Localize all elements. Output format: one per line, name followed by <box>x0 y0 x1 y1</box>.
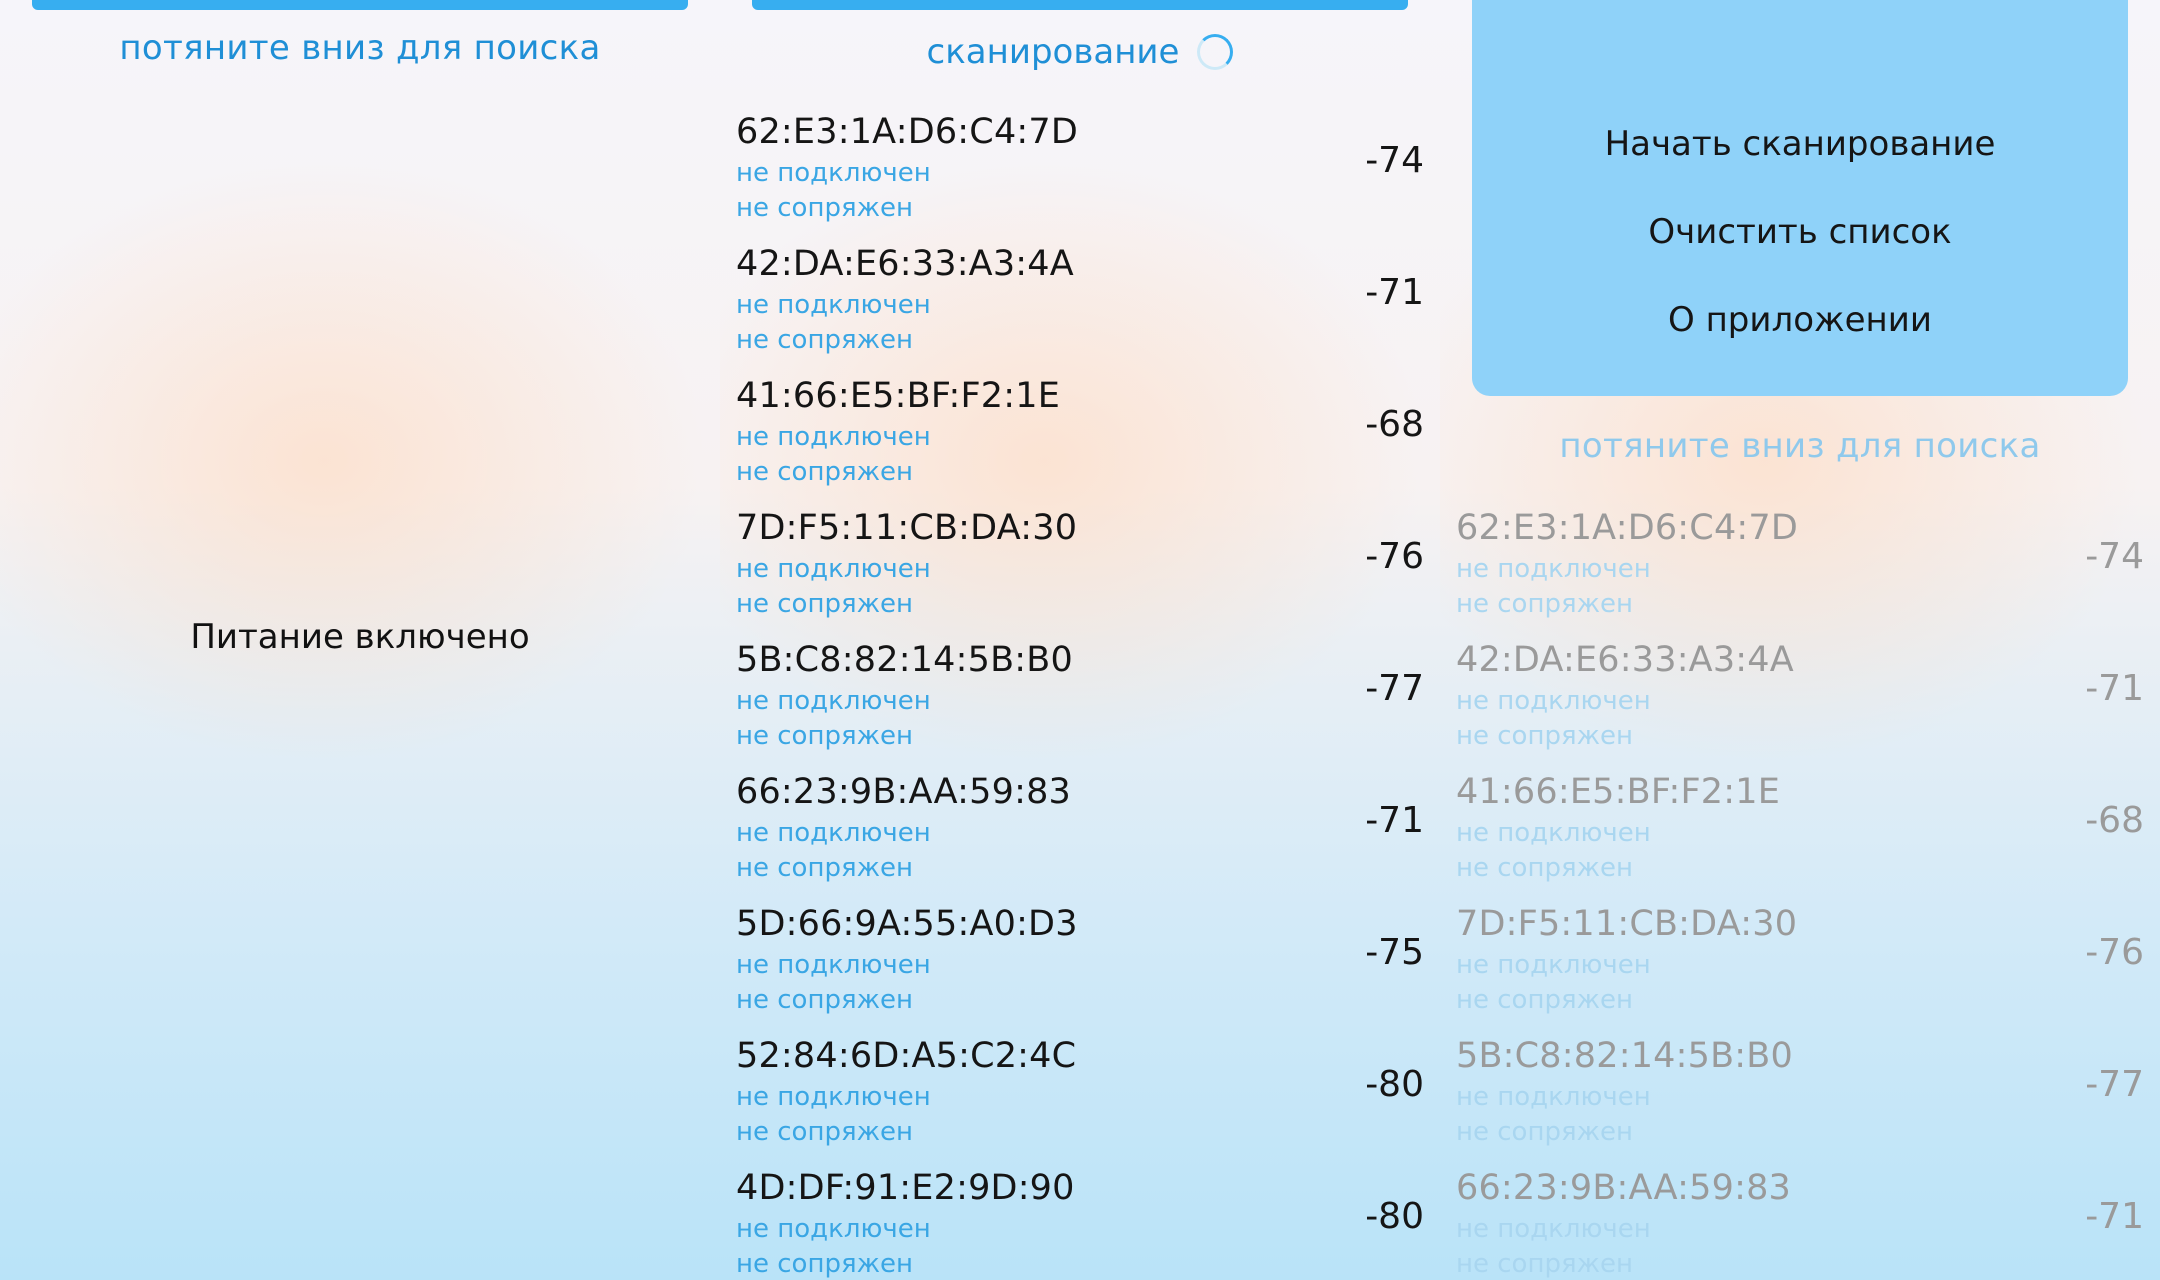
device-list-item[interactable]: 41:66:E5:BF:F2:1E не подключен не сопряжен… <box>1456 762 2144 894</box>
connection-status: не подключен <box>1456 950 1651 980</box>
pairing-status: не сопряжен <box>736 457 914 487</box>
device-list-item[interactable]: 7D:F5:11:CB:DA:30 не подключен не сопряжен… <box>1456 894 2144 1026</box>
device-mac-address: 42:DA:E6:33:A3:4A <box>1456 640 1794 680</box>
pull-to-scan-hint: потяните вниз для поиска <box>1559 426 2041 466</box>
device-list-item[interactable]: 7D:F5:11:CB:DA:30 не подключен не сопряжен… <box>736 498 1424 630</box>
device-mac-address: 7D:F5:11:CB:DA:30 <box>736 508 1078 548</box>
device-list-item[interactable]: 62:E3:1A:D6:C4:7D не подключен не сопряжен… <box>1456 498 2144 630</box>
signal-strength: -76 <box>2085 932 2144 973</box>
pairing-status: не сопряжен <box>1456 1249 1634 1279</box>
device-mac-address: 66:23:9B:AA:59:83 <box>736 772 1072 812</box>
signal-strength: -68 <box>1365 404 1424 445</box>
signal-strength: -80 <box>1365 1064 1424 1105</box>
device-list-item[interactable]: 42:DA:E6:33:A3:4A не подключен не сопряжен… <box>736 234 1424 366</box>
pairing-status: не сопряжен <box>736 193 914 223</box>
signal-strength: -74 <box>1365 140 1424 181</box>
device-list-item[interactable]: 42:DA:E6:33:A3:4A не подключен не сопряжен… <box>1456 630 2144 762</box>
signal-strength: -71 <box>1365 272 1424 313</box>
device-list-item[interactable]: 5B:C8:82:14:5B:B0 не подключен не сопряжен… <box>1456 1026 2144 1158</box>
connection-status: не подключен <box>736 290 931 320</box>
connection-status: не подключен <box>736 1214 931 1244</box>
device-mac-address: 5B:C8:82:14:5B:B0 <box>736 640 1073 680</box>
signal-strength: -75 <box>1365 932 1424 973</box>
connection-status: не подключен <box>736 818 931 848</box>
pull-to-scan-hint: потяните вниз для поиска <box>119 28 601 68</box>
device-mac-address: 7D:F5:11:CB:DA:30 <box>1456 904 1798 944</box>
signal-strength: -80 <box>1365 1196 1424 1237</box>
pairing-status: не сопряжен <box>736 721 914 751</box>
connection-status: не подключен <box>1456 1214 1651 1244</box>
device-list-item[interactable]: 41:66:E5:BF:F2:1E не подключен не сопряжен… <box>736 366 1424 498</box>
signal-strength: -74 <box>2085 536 2144 577</box>
menu-item-clear-list[interactable]: Очистить список <box>1472 212 2128 252</box>
screen-idle: потяните вниз для поиска Питание включен… <box>0 0 720 1280</box>
connection-status: не подключен <box>736 158 931 188</box>
pairing-status: не сопряжен <box>736 589 914 619</box>
connection-status: не подключен <box>736 554 931 584</box>
signal-strength: -71 <box>2085 1196 2144 1237</box>
pairing-status: не сопряжен <box>1456 1117 1634 1147</box>
screen-menu-open: Начать сканирование Очистить список О пр… <box>1440 0 2160 1280</box>
pairing-status: не сопряжен <box>1456 853 1634 883</box>
pairing-status: не сопряжен <box>736 985 914 1015</box>
signal-strength: -71 <box>1365 800 1424 841</box>
device-list-item[interactable]: 5B:C8:82:14:5B:B0 не подключен не сопряжен… <box>736 630 1424 762</box>
pairing-status: не сопряжен <box>736 1249 914 1279</box>
menu-item-about[interactable]: О приложении <box>1472 300 2128 340</box>
pairing-status: не сопряжен <box>1456 985 1634 1015</box>
device-mac-address: 41:66:E5:BF:F2:1E <box>1456 772 1781 812</box>
menu-item-start-scan[interactable]: Начать сканирование <box>1472 124 2128 164</box>
top-accent-bar <box>32 0 688 10</box>
signal-strength: -71 <box>2085 668 2144 709</box>
signal-strength: -77 <box>2085 1064 2144 1105</box>
pairing-status: не сопряжен <box>1456 721 1634 751</box>
signal-strength: -68 <box>2085 800 2144 841</box>
signal-strength: -77 <box>1365 668 1424 709</box>
connection-status: не подключен <box>736 422 931 452</box>
device-list-item[interactable]: 5D:66:9A:55:A0:D3 не подключен не сопряжен… <box>736 894 1424 1026</box>
device-mac-address: 66:23:9B:AA:59:83 <box>1456 1168 1792 1208</box>
connection-status: не подключен <box>736 686 931 716</box>
connection-status: не подключен <box>1456 1082 1651 1112</box>
device-mac-address: 62:E3:1A:D6:C4:7D <box>736 112 1079 152</box>
pairing-status: не сопряжен <box>736 1117 914 1147</box>
scan-label: сканирование <box>926 32 1180 72</box>
pairing-status: не сопряжен <box>1456 589 1634 619</box>
device-list-item[interactable]: 66:23:9B:AA:59:83 не подключен не сопряжен… <box>1456 1158 2144 1280</box>
connection-status: не подключен <box>736 1082 931 1112</box>
power-status: Питание включено <box>190 617 530 657</box>
connection-status: не подключен <box>1456 818 1651 848</box>
dropdown-menu: Начать сканирование Очистить список О пр… <box>1472 0 2128 396</box>
scan-status: сканирование <box>720 28 1440 76</box>
screen-scanning: сканирование 62:E3:1A:D6:C4:7D не подключ… <box>720 0 1440 1280</box>
device-mac-address: 42:DA:E6:33:A3:4A <box>736 244 1074 284</box>
device-mac-address: 5B:C8:82:14:5B:B0 <box>1456 1036 1793 1076</box>
top-accent-bar <box>752 0 1408 10</box>
device-mac-address: 62:E3:1A:D6:C4:7D <box>1456 508 1799 548</box>
pairing-status: не сопряжен <box>736 853 914 883</box>
signal-strength: -76 <box>1365 536 1424 577</box>
device-list-item[interactable]: 4D:DF:91:E2:9D:90 не подключен не сопряжен… <box>736 1158 1424 1280</box>
connection-status: не подключен <box>1456 554 1651 584</box>
device-mac-address: 41:66:E5:BF:F2:1E <box>736 376 1061 416</box>
connection-status: не подключен <box>1456 686 1651 716</box>
connection-status: не подключен <box>736 950 931 980</box>
device-mac-address: 52:84:6D:A5:C2:4C <box>736 1036 1077 1076</box>
pairing-status: не сопряжен <box>736 325 914 355</box>
device-list-item[interactable]: 52:84:6D:A5:C2:4C не подключен не сопряжен… <box>736 1026 1424 1158</box>
device-mac-address: 4D:DF:91:E2:9D:90 <box>736 1168 1075 1208</box>
device-list-item[interactable]: 62:E3:1A:D6:C4:7D не подключен не сопряжен… <box>736 102 1424 234</box>
device-mac-address: 5D:66:9A:55:A0:D3 <box>736 904 1078 944</box>
device-list-item[interactable]: 66:23:9B:AA:59:83 не подключен не сопряжен… <box>736 762 1424 894</box>
loading-spinner-icon <box>1197 34 1234 70</box>
